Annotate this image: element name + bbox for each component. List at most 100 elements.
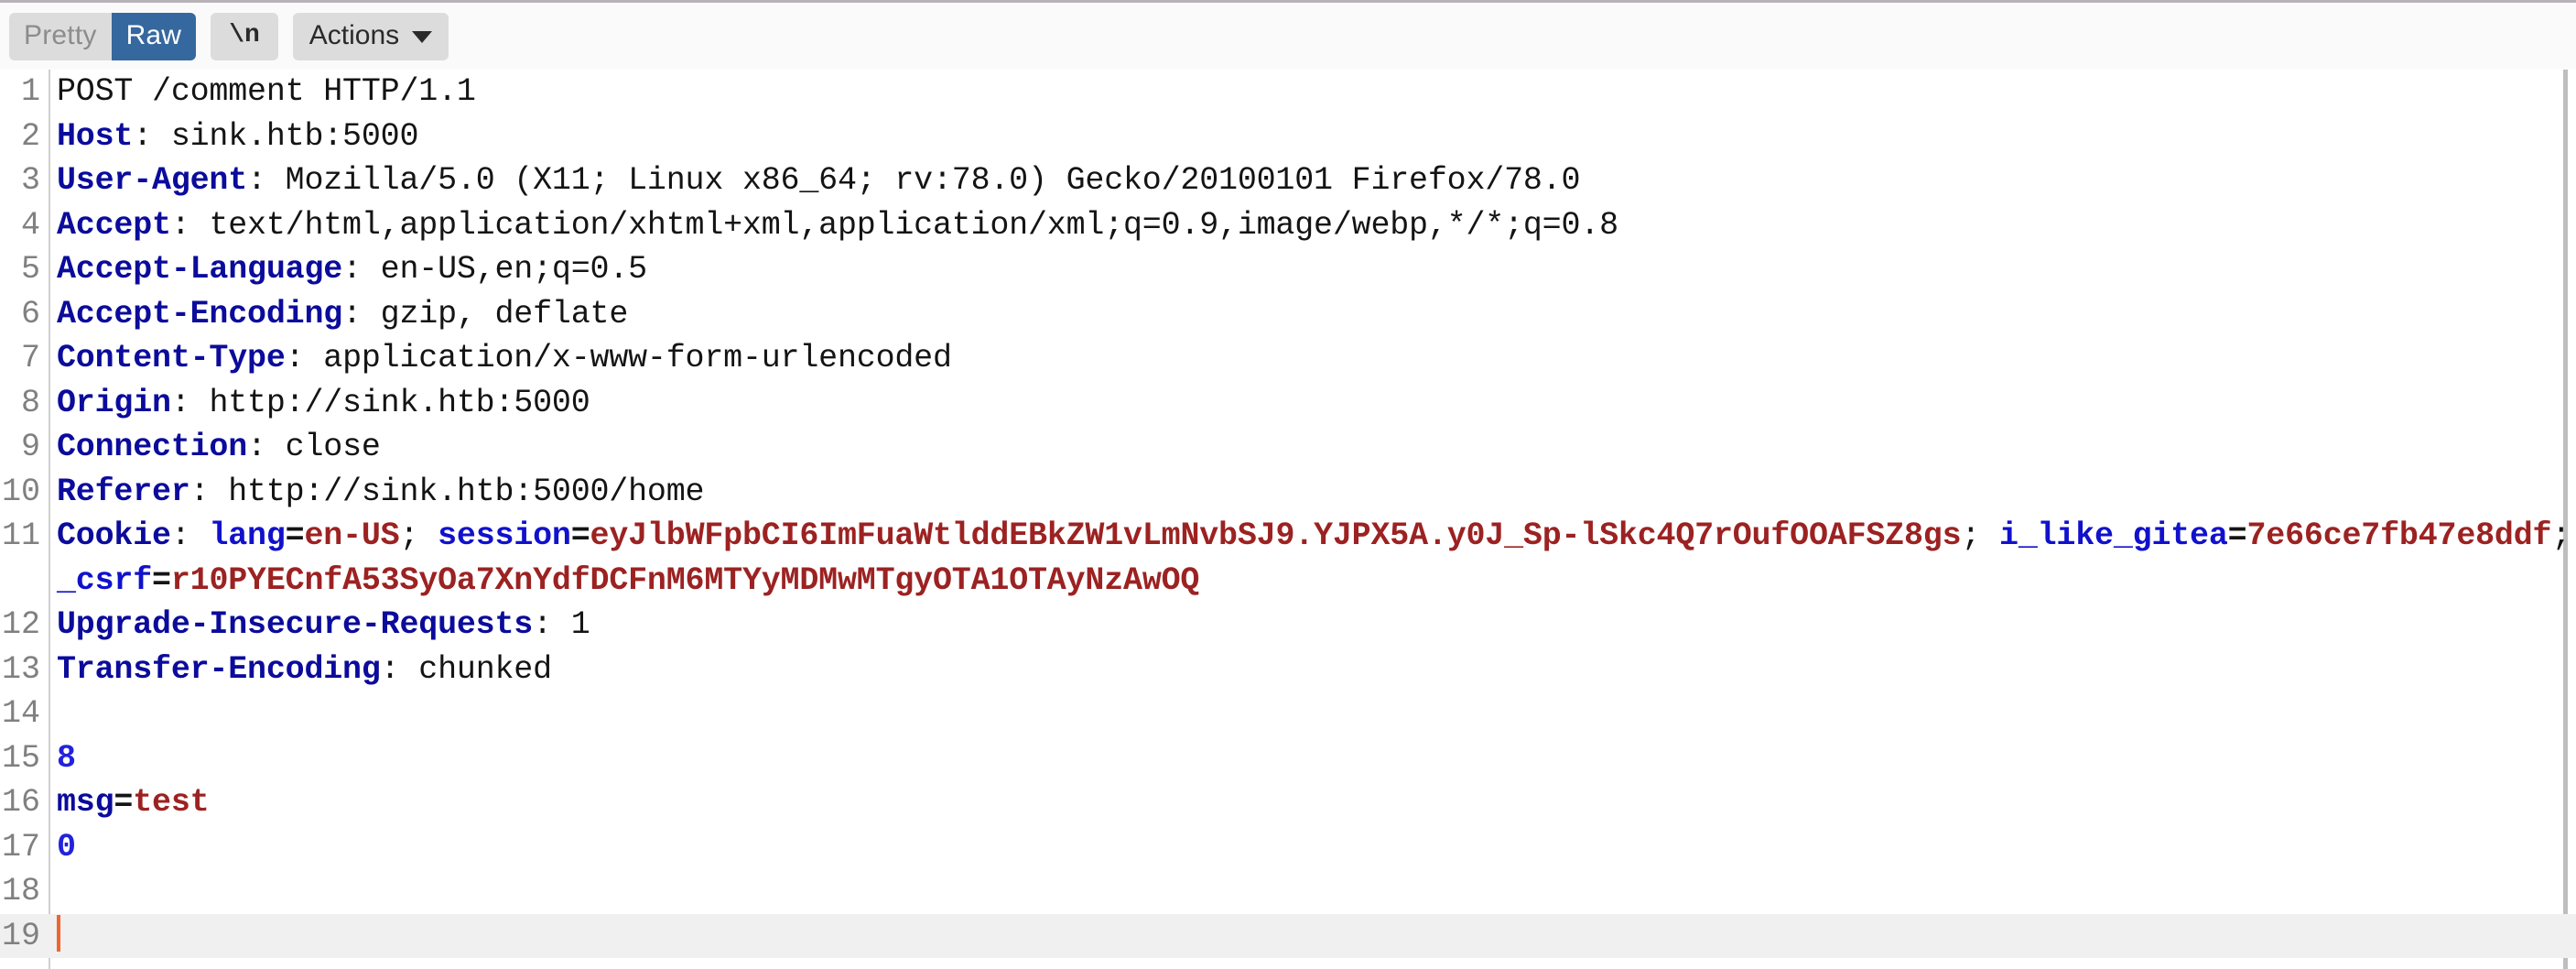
chunk-terminator-value: 0: [57, 828, 76, 866]
code-line[interactable]: 13 Transfer-Encoding: chunked: [0, 648, 2576, 692]
line-number: 17: [1, 828, 40, 866]
code-line[interactable]: 17 0: [0, 825, 2576, 870]
header-name: Transfer-Encoding: [57, 650, 381, 688]
line-number: 3: [20, 162, 40, 199]
cookie-name: i_like_gitea: [1999, 517, 2228, 554]
header-name: Accept: [57, 206, 171, 244]
raw-view-button[interactable]: Raw: [111, 12, 197, 60]
line-content[interactable]: Cookie: lang=en-US; session=eyJlbWFpbCI6…: [49, 514, 2576, 603]
code-line[interactable]: 15 8: [0, 736, 2576, 781]
code-line[interactable]: 5 Accept-Language: en-US,en;q=0.5: [0, 247, 2576, 292]
code-line[interactable]: 3 User-Agent: Mozilla/5.0 (X11; Linux x8…: [0, 158, 2576, 203]
header-name: Referer: [57, 473, 190, 510]
actions-menu-button[interactable]: Actions: [292, 12, 449, 60]
line-content[interactable]: POST /comment HTTP/1.1: [49, 70, 2576, 114]
header-value: http://sink.htb:5000/home: [228, 473, 705, 510]
line-number: 7: [20, 340, 40, 376]
code-line[interactable]: 8 Origin: http://sink.htb:5000: [0, 381, 2576, 426]
chevron-down-icon: [412, 31, 433, 43]
header-value: application/x-www-form-urlencoded: [323, 340, 952, 376]
code-line-body[interactable]: 16 msg=test: [0, 780, 2576, 825]
actions-menu-label: Actions: [308, 19, 400, 50]
header-colon: :: [285, 340, 324, 376]
pretty-view-button[interactable]: Pretty: [9, 12, 112, 60]
line-number: 16: [1, 784, 40, 821]
line-number: 19: [1, 917, 40, 954]
cookie-name: session: [438, 517, 571, 554]
code-line-blank[interactable]: 14: [0, 691, 2576, 736]
line-number: 13: [1, 650, 40, 688]
line-number: 11: [1, 517, 40, 554]
line-number: 12: [1, 606, 40, 643]
header-value: sink.htb:5000: [170, 117, 419, 155]
chunk-size-value: 8: [57, 739, 76, 777]
line-content[interactable]: Accept: text/html,application/xhtml+xml,…: [49, 203, 2576, 248]
line-content[interactable]: [49, 914, 2576, 959]
cookie-value: r10PYECnfA53SyOa7XnYdfDCFnM6MTYyMDMwMTgy…: [170, 561, 1200, 599]
line-number: 2: [20, 117, 40, 155]
line-number: 18: [1, 873, 40, 909]
view-mode-segmented-control[interactable]: Pretty Raw: [9, 12, 197, 60]
body-param-equals: =: [114, 784, 134, 821]
editor-toolbar: Pretty Raw \n Actions: [0, 3, 2576, 70]
line-content[interactable]: Content-Type: application/x-www-form-url…: [49, 336, 2576, 381]
code-line-cookie[interactable]: 11 Cookie: lang=en-US; session=eyJlbWFpb…: [0, 514, 2576, 603]
header-value: Mozilla/5.0 (X11; Linux x86_64; rv:78.0)…: [285, 162, 1581, 199]
line-number: 8: [20, 384, 40, 421]
code-line-blank[interactable]: 18: [0, 869, 2576, 914]
cookie-value: 7e66ce7fb47e8ddf: [2246, 517, 2552, 554]
code-line[interactable]: 2 Host: sink.htb:5000: [0, 114, 2576, 159]
line-content[interactable]: Origin: http://sink.htb:5000: [49, 381, 2576, 426]
header-colon: :: [380, 650, 419, 688]
line-content[interactable]: Connection: close: [49, 425, 2576, 470]
cookie-equals: =: [285, 517, 305, 554]
line-number: 4: [20, 206, 40, 244]
code-line-current[interactable]: 19: [0, 913, 2576, 959]
code-line[interactable]: 10 Referer: http://sink.htb:5000/home: [0, 470, 2576, 515]
line-content[interactable]: Host: sink.htb:5000: [49, 114, 2576, 159]
header-name: Content-Type: [57, 340, 286, 376]
line-content[interactable]: msg=test: [49, 780, 2576, 825]
header-colon: :: [533, 606, 571, 643]
header-value: 1: [570, 606, 590, 643]
code-line[interactable]: 12 Upgrade-Insecure-Requests: 1: [0, 603, 2576, 648]
line-content[interactable]: User-Agent: Mozilla/5.0 (X11; Linux x86_…: [49, 158, 2576, 203]
cookie-equals: =: [570, 517, 590, 554]
code-line[interactable]: 6 Accept-Encoding: gzip, deflate: [0, 292, 2576, 337]
header-name: Cookie: [57, 517, 171, 554]
text-cursor-caret: [57, 914, 60, 952]
cookie-value: eyJlbWFpbCI6ImFuaWtlddEBkZW1vLmNvbSJ9.YJ…: [590, 517, 1962, 554]
header-value: gzip, deflate: [380, 295, 629, 332]
code-line[interactable]: 1 POST /comment HTTP/1.1: [0, 70, 2576, 114]
line-content[interactable]: Referer: http://sink.htb:5000/home: [49, 470, 2576, 515]
header-name: Upgrade-Insecure-Requests: [57, 606, 534, 643]
header-colon: :: [170, 384, 210, 421]
line-number: 5: [20, 251, 40, 288]
code-line[interactable]: 7 Content-Type: application/x-www-form-u…: [0, 336, 2576, 381]
line-content[interactable]: Accept-Encoding: gzip, deflate: [49, 292, 2576, 337]
raw-request-editor[interactable]: 1 POST /comment HTTP/1.1 2 Host: sink.ht…: [0, 70, 2576, 969]
cookie-equals: =: [152, 561, 171, 599]
line-content[interactable]: 0: [49, 825, 2576, 870]
header-colon: :: [342, 295, 381, 332]
line-content[interactable]: Upgrade-Insecure-Requests: 1: [49, 603, 2576, 648]
line-number: 10: [1, 473, 40, 510]
header-name: Origin: [57, 384, 171, 421]
line-number: 14: [1, 695, 40, 732]
line-content[interactable]: Accept-Language: en-US,en;q=0.5: [49, 247, 2576, 292]
header-value: text/html,application/xhtml+xml,applicat…: [209, 206, 1618, 244]
line-number: 9: [20, 429, 40, 465]
header-colon: :: [170, 206, 210, 244]
header-value: en-US,en;q=0.5: [380, 251, 647, 288]
header-colon: :: [247, 429, 286, 465]
line-number: 1: [20, 73, 40, 110]
header-colon: :: [342, 251, 381, 288]
line-content[interactable]: Transfer-Encoding: chunked: [49, 648, 2576, 692]
request-line-text: POST /comment HTTP/1.1: [57, 73, 476, 110]
cookie-separator: ;: [2551, 517, 2571, 554]
line-content[interactable]: 8: [49, 736, 2576, 781]
code-line[interactable]: 4 Accept: text/html,application/xhtml+xm…: [0, 203, 2576, 248]
newline-toggle-button[interactable]: \n: [211, 12, 278, 60]
cookie-separator: ;: [399, 517, 438, 554]
code-line[interactable]: 9 Connection: close: [0, 425, 2576, 470]
